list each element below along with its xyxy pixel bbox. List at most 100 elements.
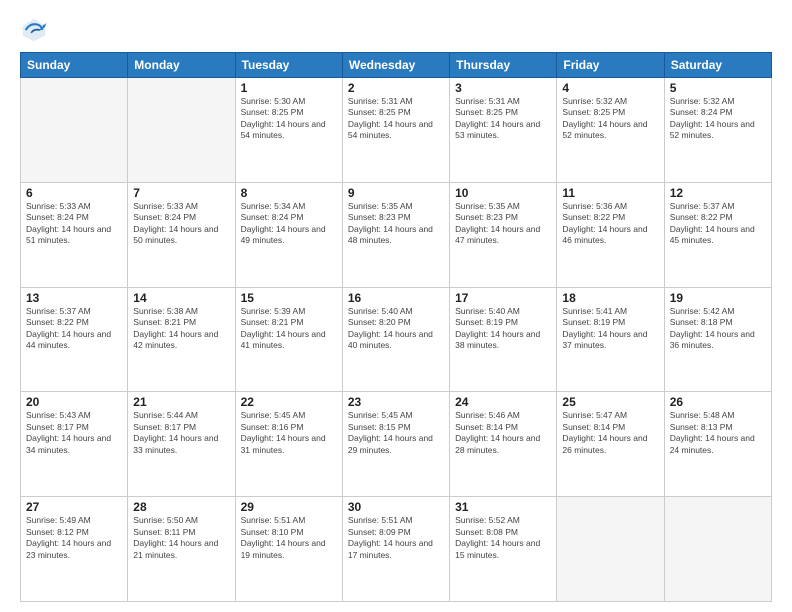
- day-cell: 6Sunrise: 5:33 AMSunset: 8:24 PMDaylight…: [21, 182, 128, 287]
- day-number: 25: [562, 395, 658, 409]
- day-info: Sunrise: 5:39 AMSunset: 8:21 PMDaylight:…: [241, 306, 337, 352]
- day-cell: 28Sunrise: 5:50 AMSunset: 8:11 PMDayligh…: [128, 497, 235, 602]
- day-cell: 2Sunrise: 5:31 AMSunset: 8:25 PMDaylight…: [342, 78, 449, 183]
- day-cell: 15Sunrise: 5:39 AMSunset: 8:21 PMDayligh…: [235, 287, 342, 392]
- day-info: Sunrise: 5:31 AMSunset: 8:25 PMDaylight:…: [348, 96, 444, 142]
- day-number: 28: [133, 500, 229, 514]
- day-info: Sunrise: 5:35 AMSunset: 8:23 PMDaylight:…: [348, 201, 444, 247]
- day-number: 4: [562, 81, 658, 95]
- day-cell: [128, 78, 235, 183]
- day-number: 11: [562, 186, 658, 200]
- day-number: 26: [670, 395, 766, 409]
- day-number: 14: [133, 291, 229, 305]
- weekday-header-thursday: Thursday: [450, 53, 557, 78]
- day-cell: 27Sunrise: 5:49 AMSunset: 8:12 PMDayligh…: [21, 497, 128, 602]
- day-number: 7: [133, 186, 229, 200]
- day-number: 16: [348, 291, 444, 305]
- day-info: Sunrise: 5:45 AMSunset: 8:15 PMDaylight:…: [348, 410, 444, 456]
- day-info: Sunrise: 5:41 AMSunset: 8:19 PMDaylight:…: [562, 306, 658, 352]
- week-row-3: 13Sunrise: 5:37 AMSunset: 8:22 PMDayligh…: [21, 287, 772, 392]
- day-info: Sunrise: 5:33 AMSunset: 8:24 PMDaylight:…: [26, 201, 122, 247]
- day-number: 9: [348, 186, 444, 200]
- day-info: Sunrise: 5:43 AMSunset: 8:17 PMDaylight:…: [26, 410, 122, 456]
- day-number: 17: [455, 291, 551, 305]
- day-info: Sunrise: 5:45 AMSunset: 8:16 PMDaylight:…: [241, 410, 337, 456]
- week-row-2: 6Sunrise: 5:33 AMSunset: 8:24 PMDaylight…: [21, 182, 772, 287]
- page: SundayMondayTuesdayWednesdayThursdayFrid…: [0, 0, 792, 612]
- day-number: 18: [562, 291, 658, 305]
- day-info: Sunrise: 5:33 AMSunset: 8:24 PMDaylight:…: [133, 201, 229, 247]
- day-number: 3: [455, 81, 551, 95]
- day-number: 30: [348, 500, 444, 514]
- day-cell: 18Sunrise: 5:41 AMSunset: 8:19 PMDayligh…: [557, 287, 664, 392]
- day-info: Sunrise: 5:40 AMSunset: 8:20 PMDaylight:…: [348, 306, 444, 352]
- day-number: 15: [241, 291, 337, 305]
- day-cell: [21, 78, 128, 183]
- day-info: Sunrise: 5:51 AMSunset: 8:09 PMDaylight:…: [348, 515, 444, 561]
- day-info: Sunrise: 5:51 AMSunset: 8:10 PMDaylight:…: [241, 515, 337, 561]
- week-row-1: 1Sunrise: 5:30 AMSunset: 8:25 PMDaylight…: [21, 78, 772, 183]
- day-info: Sunrise: 5:49 AMSunset: 8:12 PMDaylight:…: [26, 515, 122, 561]
- day-info: Sunrise: 5:50 AMSunset: 8:11 PMDaylight:…: [133, 515, 229, 561]
- day-cell: 22Sunrise: 5:45 AMSunset: 8:16 PMDayligh…: [235, 392, 342, 497]
- day-cell: [557, 497, 664, 602]
- day-info: Sunrise: 5:30 AMSunset: 8:25 PMDaylight:…: [241, 96, 337, 142]
- header: [20, 16, 772, 44]
- day-info: Sunrise: 5:38 AMSunset: 8:21 PMDaylight:…: [133, 306, 229, 352]
- day-cell: 23Sunrise: 5:45 AMSunset: 8:15 PMDayligh…: [342, 392, 449, 497]
- day-info: Sunrise: 5:31 AMSunset: 8:25 PMDaylight:…: [455, 96, 551, 142]
- day-number: 10: [455, 186, 551, 200]
- day-cell: 5Sunrise: 5:32 AMSunset: 8:24 PMDaylight…: [664, 78, 771, 183]
- day-number: 29: [241, 500, 337, 514]
- day-cell: 12Sunrise: 5:37 AMSunset: 8:22 PMDayligh…: [664, 182, 771, 287]
- day-number: 6: [26, 186, 122, 200]
- day-number: 21: [133, 395, 229, 409]
- weekday-header-sunday: Sunday: [21, 53, 128, 78]
- day-cell: 14Sunrise: 5:38 AMSunset: 8:21 PMDayligh…: [128, 287, 235, 392]
- day-info: Sunrise: 5:47 AMSunset: 8:14 PMDaylight:…: [562, 410, 658, 456]
- header-row: SundayMondayTuesdayWednesdayThursdayFrid…: [21, 53, 772, 78]
- day-cell: 7Sunrise: 5:33 AMSunset: 8:24 PMDaylight…: [128, 182, 235, 287]
- day-info: Sunrise: 5:52 AMSunset: 8:08 PMDaylight:…: [455, 515, 551, 561]
- day-cell: [664, 497, 771, 602]
- day-number: 22: [241, 395, 337, 409]
- day-info: Sunrise: 5:37 AMSunset: 8:22 PMDaylight:…: [26, 306, 122, 352]
- day-number: 2: [348, 81, 444, 95]
- weekday-header-tuesday: Tuesday: [235, 53, 342, 78]
- day-cell: 13Sunrise: 5:37 AMSunset: 8:22 PMDayligh…: [21, 287, 128, 392]
- day-cell: 8Sunrise: 5:34 AMSunset: 8:24 PMDaylight…: [235, 182, 342, 287]
- day-info: Sunrise: 5:35 AMSunset: 8:23 PMDaylight:…: [455, 201, 551, 247]
- day-info: Sunrise: 5:40 AMSunset: 8:19 PMDaylight:…: [455, 306, 551, 352]
- day-number: 1: [241, 81, 337, 95]
- week-row-4: 20Sunrise: 5:43 AMSunset: 8:17 PMDayligh…: [21, 392, 772, 497]
- day-cell: 19Sunrise: 5:42 AMSunset: 8:18 PMDayligh…: [664, 287, 771, 392]
- day-cell: 9Sunrise: 5:35 AMSunset: 8:23 PMDaylight…: [342, 182, 449, 287]
- logo: [20, 16, 52, 44]
- weekday-header-monday: Monday: [128, 53, 235, 78]
- day-info: Sunrise: 5:34 AMSunset: 8:24 PMDaylight:…: [241, 201, 337, 247]
- day-cell: 26Sunrise: 5:48 AMSunset: 8:13 PMDayligh…: [664, 392, 771, 497]
- day-number: 19: [670, 291, 766, 305]
- day-info: Sunrise: 5:32 AMSunset: 8:25 PMDaylight:…: [562, 96, 658, 142]
- day-number: 31: [455, 500, 551, 514]
- weekday-header-saturday: Saturday: [664, 53, 771, 78]
- day-number: 8: [241, 186, 337, 200]
- day-cell: 31Sunrise: 5:52 AMSunset: 8:08 PMDayligh…: [450, 497, 557, 602]
- day-cell: 17Sunrise: 5:40 AMSunset: 8:19 PMDayligh…: [450, 287, 557, 392]
- day-number: 23: [348, 395, 444, 409]
- day-cell: 21Sunrise: 5:44 AMSunset: 8:17 PMDayligh…: [128, 392, 235, 497]
- week-row-5: 27Sunrise: 5:49 AMSunset: 8:12 PMDayligh…: [21, 497, 772, 602]
- day-cell: 29Sunrise: 5:51 AMSunset: 8:10 PMDayligh…: [235, 497, 342, 602]
- day-number: 20: [26, 395, 122, 409]
- day-cell: 16Sunrise: 5:40 AMSunset: 8:20 PMDayligh…: [342, 287, 449, 392]
- day-number: 27: [26, 500, 122, 514]
- calendar-table: SundayMondayTuesdayWednesdayThursdayFrid…: [20, 52, 772, 602]
- weekday-header-friday: Friday: [557, 53, 664, 78]
- day-cell: 4Sunrise: 5:32 AMSunset: 8:25 PMDaylight…: [557, 78, 664, 183]
- day-cell: 10Sunrise: 5:35 AMSunset: 8:23 PMDayligh…: [450, 182, 557, 287]
- day-info: Sunrise: 5:48 AMSunset: 8:13 PMDaylight:…: [670, 410, 766, 456]
- day-cell: 1Sunrise: 5:30 AMSunset: 8:25 PMDaylight…: [235, 78, 342, 183]
- day-info: Sunrise: 5:32 AMSunset: 8:24 PMDaylight:…: [670, 96, 766, 142]
- day-info: Sunrise: 5:37 AMSunset: 8:22 PMDaylight:…: [670, 201, 766, 247]
- day-number: 13: [26, 291, 122, 305]
